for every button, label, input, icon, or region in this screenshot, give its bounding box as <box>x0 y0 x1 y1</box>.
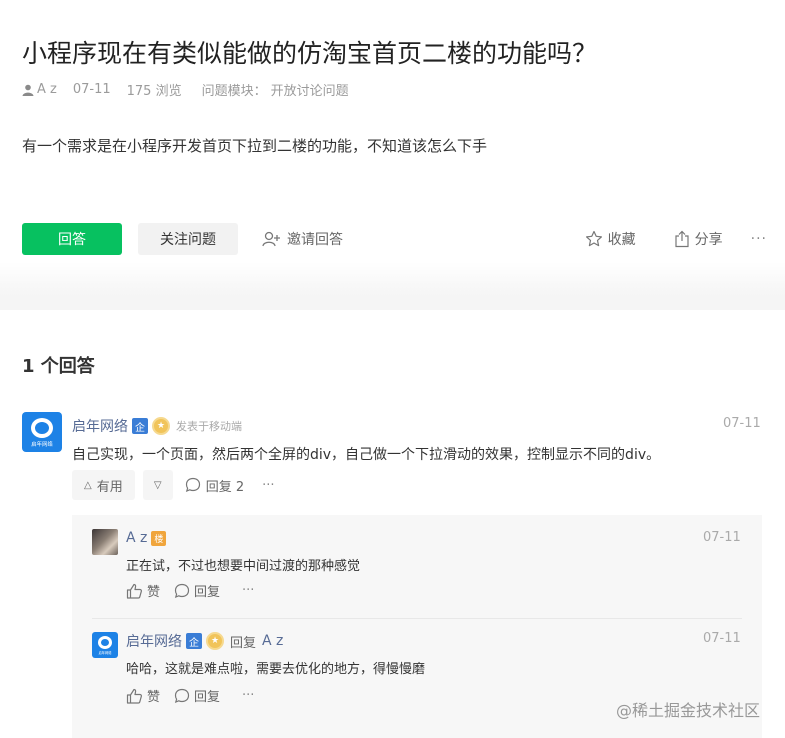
reply-label: 回复 <box>194 585 221 600</box>
logo-mark-icon <box>98 635 112 649</box>
upvote-icon: △ <box>84 479 92 491</box>
question-module-label: 问题模块： <box>201 84 267 99</box>
user-icon <box>22 84 34 96</box>
question-secondary-actions: 收藏 分享 ··· <box>585 229 767 249</box>
answer-user-avatar[interactable]: 启年网络 <box>22 412 62 452</box>
question-author[interactable]: A z <box>22 82 57 97</box>
answer-more-button[interactable]: ··· <box>262 478 274 493</box>
thumbs-up-icon <box>126 688 142 704</box>
comment-icon <box>174 688 190 703</box>
question-views: 175 浏览 <box>126 84 182 99</box>
comment-icon <box>185 477 200 493</box>
reply-label: 回复 <box>194 690 221 705</box>
reply-button[interactable]: 回复 <box>174 581 220 600</box>
add-user-icon <box>262 231 280 247</box>
reply-date: 07-11 <box>703 631 741 646</box>
enterprise-badge: 企 <box>132 418 148 434</box>
answer-reply-count: 回复 2 <box>205 479 245 495</box>
logo-mark-icon <box>31 417 53 438</box>
invite-answer-button[interactable]: 邀请回答 <box>262 229 343 249</box>
reply-to-user[interactable]: A z <box>262 633 283 649</box>
follow-question-button[interactable]: 关注问题 <box>138 223 238 255</box>
reply-button[interactable]: 回复 <box>174 686 220 705</box>
reply-text: 哈哈，这就是难点啦，需要去优化的地方，得慢慢磨 <box>126 662 426 677</box>
reply-user-name[interactable]: A z <box>126 530 147 546</box>
question-actions: 回答 关注问题 邀请回答 收藏 分享 ··· <box>22 222 767 256</box>
answer-actions: △ 有用 ▽ 回复 2 ··· <box>72 470 275 500</box>
reply-header: 启年网络 企 ★ 回复 A z <box>126 631 283 651</box>
watermark: @稀土掘金技术社区 <box>616 701 761 720</box>
reply-more-button[interactable]: ··· <box>242 688 254 703</box>
downvote-button[interactable]: ▽ <box>142 470 173 500</box>
section-divider <box>0 296 785 310</box>
answer-count-heading: 1 个回答 <box>22 356 95 377</box>
like-button[interactable]: 赞 <box>126 686 160 705</box>
useful-button[interactable]: △ 有用 <box>72 470 135 500</box>
thumbs-up-icon <box>126 583 142 599</box>
more-options-button[interactable]: ··· <box>751 231 767 247</box>
reply-date: 07-11 <box>703 530 741 545</box>
answer-header: 启年网络 企 ★ 发表于移动端 <box>72 416 242 436</box>
question-author-name: A z <box>37 82 57 97</box>
question-meta: A z 07-11 175 浏览 问题模块： 开放讨论问题 <box>22 80 349 99</box>
medal-badge-icon: ★ <box>206 632 224 650</box>
question-module-link[interactable]: 开放讨论问题 <box>271 80 349 99</box>
enterprise-badge: 企 <box>186 633 202 649</box>
answer-text: 自己实现，一个页面，然后两个全屏的div，自己做一个下拉滑动的效果，控制显示不同… <box>72 447 661 463</box>
question-body: 有一个需求是在小程序开发首页下拉到二楼的功能，不知道该怎么下手 <box>22 137 488 155</box>
share-icon <box>675 230 689 248</box>
like-button[interactable]: 赞 <box>126 581 160 600</box>
answer-date: 07-11 <box>723 416 761 431</box>
avatar-logo-text: 启年网络 <box>31 440 53 448</box>
like-label: 赞 <box>147 690 161 705</box>
medal-badge-icon: ★ <box>152 417 170 435</box>
star-icon <box>585 230 602 247</box>
favorite-button[interactable]: 收藏 <box>585 229 636 249</box>
invite-answer-label: 邀请回答 <box>287 232 343 248</box>
comment-icon <box>174 583 190 598</box>
favorite-label: 收藏 <box>607 232 636 248</box>
reply-actions: 赞 回复 ··· <box>126 686 268 705</box>
answer-posted-from: 发表于移动端 <box>176 420 242 433</box>
reply-more-button[interactable]: ··· <box>242 583 254 598</box>
reply-user-avatar[interactable] <box>92 529 118 555</box>
like-label: 赞 <box>147 585 161 600</box>
reply-header: A z 楼 <box>126 530 167 546</box>
section-divider-fade <box>0 262 785 296</box>
downvote-icon: ▽ <box>153 479 162 491</box>
answer-button[interactable]: 回答 <box>22 223 122 255</box>
answer-user-name[interactable]: 启年网络 <box>72 416 128 436</box>
reply-to-label: 回复 <box>230 635 257 651</box>
op-badge: 楼 <box>151 530 167 546</box>
question-title: 小程序现在有类似能做的仿淘宝首页二楼的功能吗？ <box>22 39 598 68</box>
answer-reply-button[interactable]: 回复 2 <box>185 476 244 495</box>
reply-actions: 赞 回复 ··· <box>126 581 268 600</box>
share-label: 分享 <box>694 232 723 248</box>
reply-user-name[interactable]: 启年网络 <box>126 631 182 651</box>
avatar-logo-text: 启年网络 <box>98 650 112 655</box>
reply-text: 正在试，不过也想要中间过渡的那种感觉 <box>126 559 361 574</box>
reply-user-avatar[interactable]: 启年网络 <box>92 632 118 658</box>
share-button[interactable]: 分享 <box>674 229 723 249</box>
reply-divider <box>92 618 742 619</box>
useful-label: 有用 <box>96 479 123 495</box>
question-date: 07-11 <box>72 82 111 97</box>
